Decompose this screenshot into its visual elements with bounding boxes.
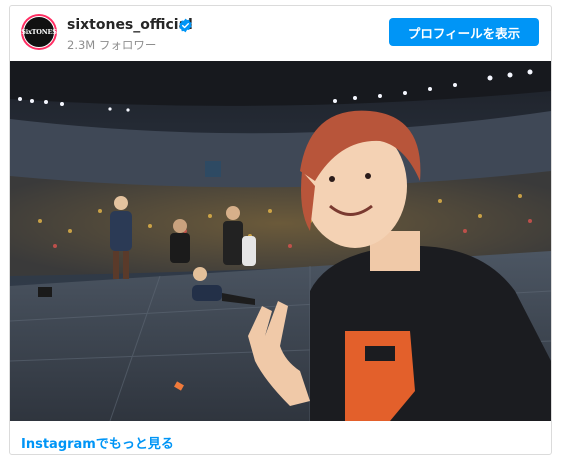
profile-avatar[interactable]: SixTONES: [21, 14, 57, 50]
username-link[interactable]: sixtones_official: [67, 17, 193, 33]
concert-selfie-image: [10, 61, 551, 421]
post-photo[interactable]: [10, 61, 551, 421]
view-profile-button[interactable]: プロフィールを表示: [389, 18, 539, 46]
view-more-on-instagram-link[interactable]: Instagramでもっと見る: [21, 433, 174, 452]
avatar-logo: SixTONES: [21, 16, 57, 48]
follower-count: 2.3M フォロワー: [67, 38, 157, 52]
post-header: SixTONES sixtones_official 2.3M フォロワー プロ…: [10, 6, 551, 60]
verified-badge-icon: [179, 18, 192, 33]
instagram-embed-card: SixTONES sixtones_official 2.3M フォロワー プロ…: [9, 5, 552, 455]
